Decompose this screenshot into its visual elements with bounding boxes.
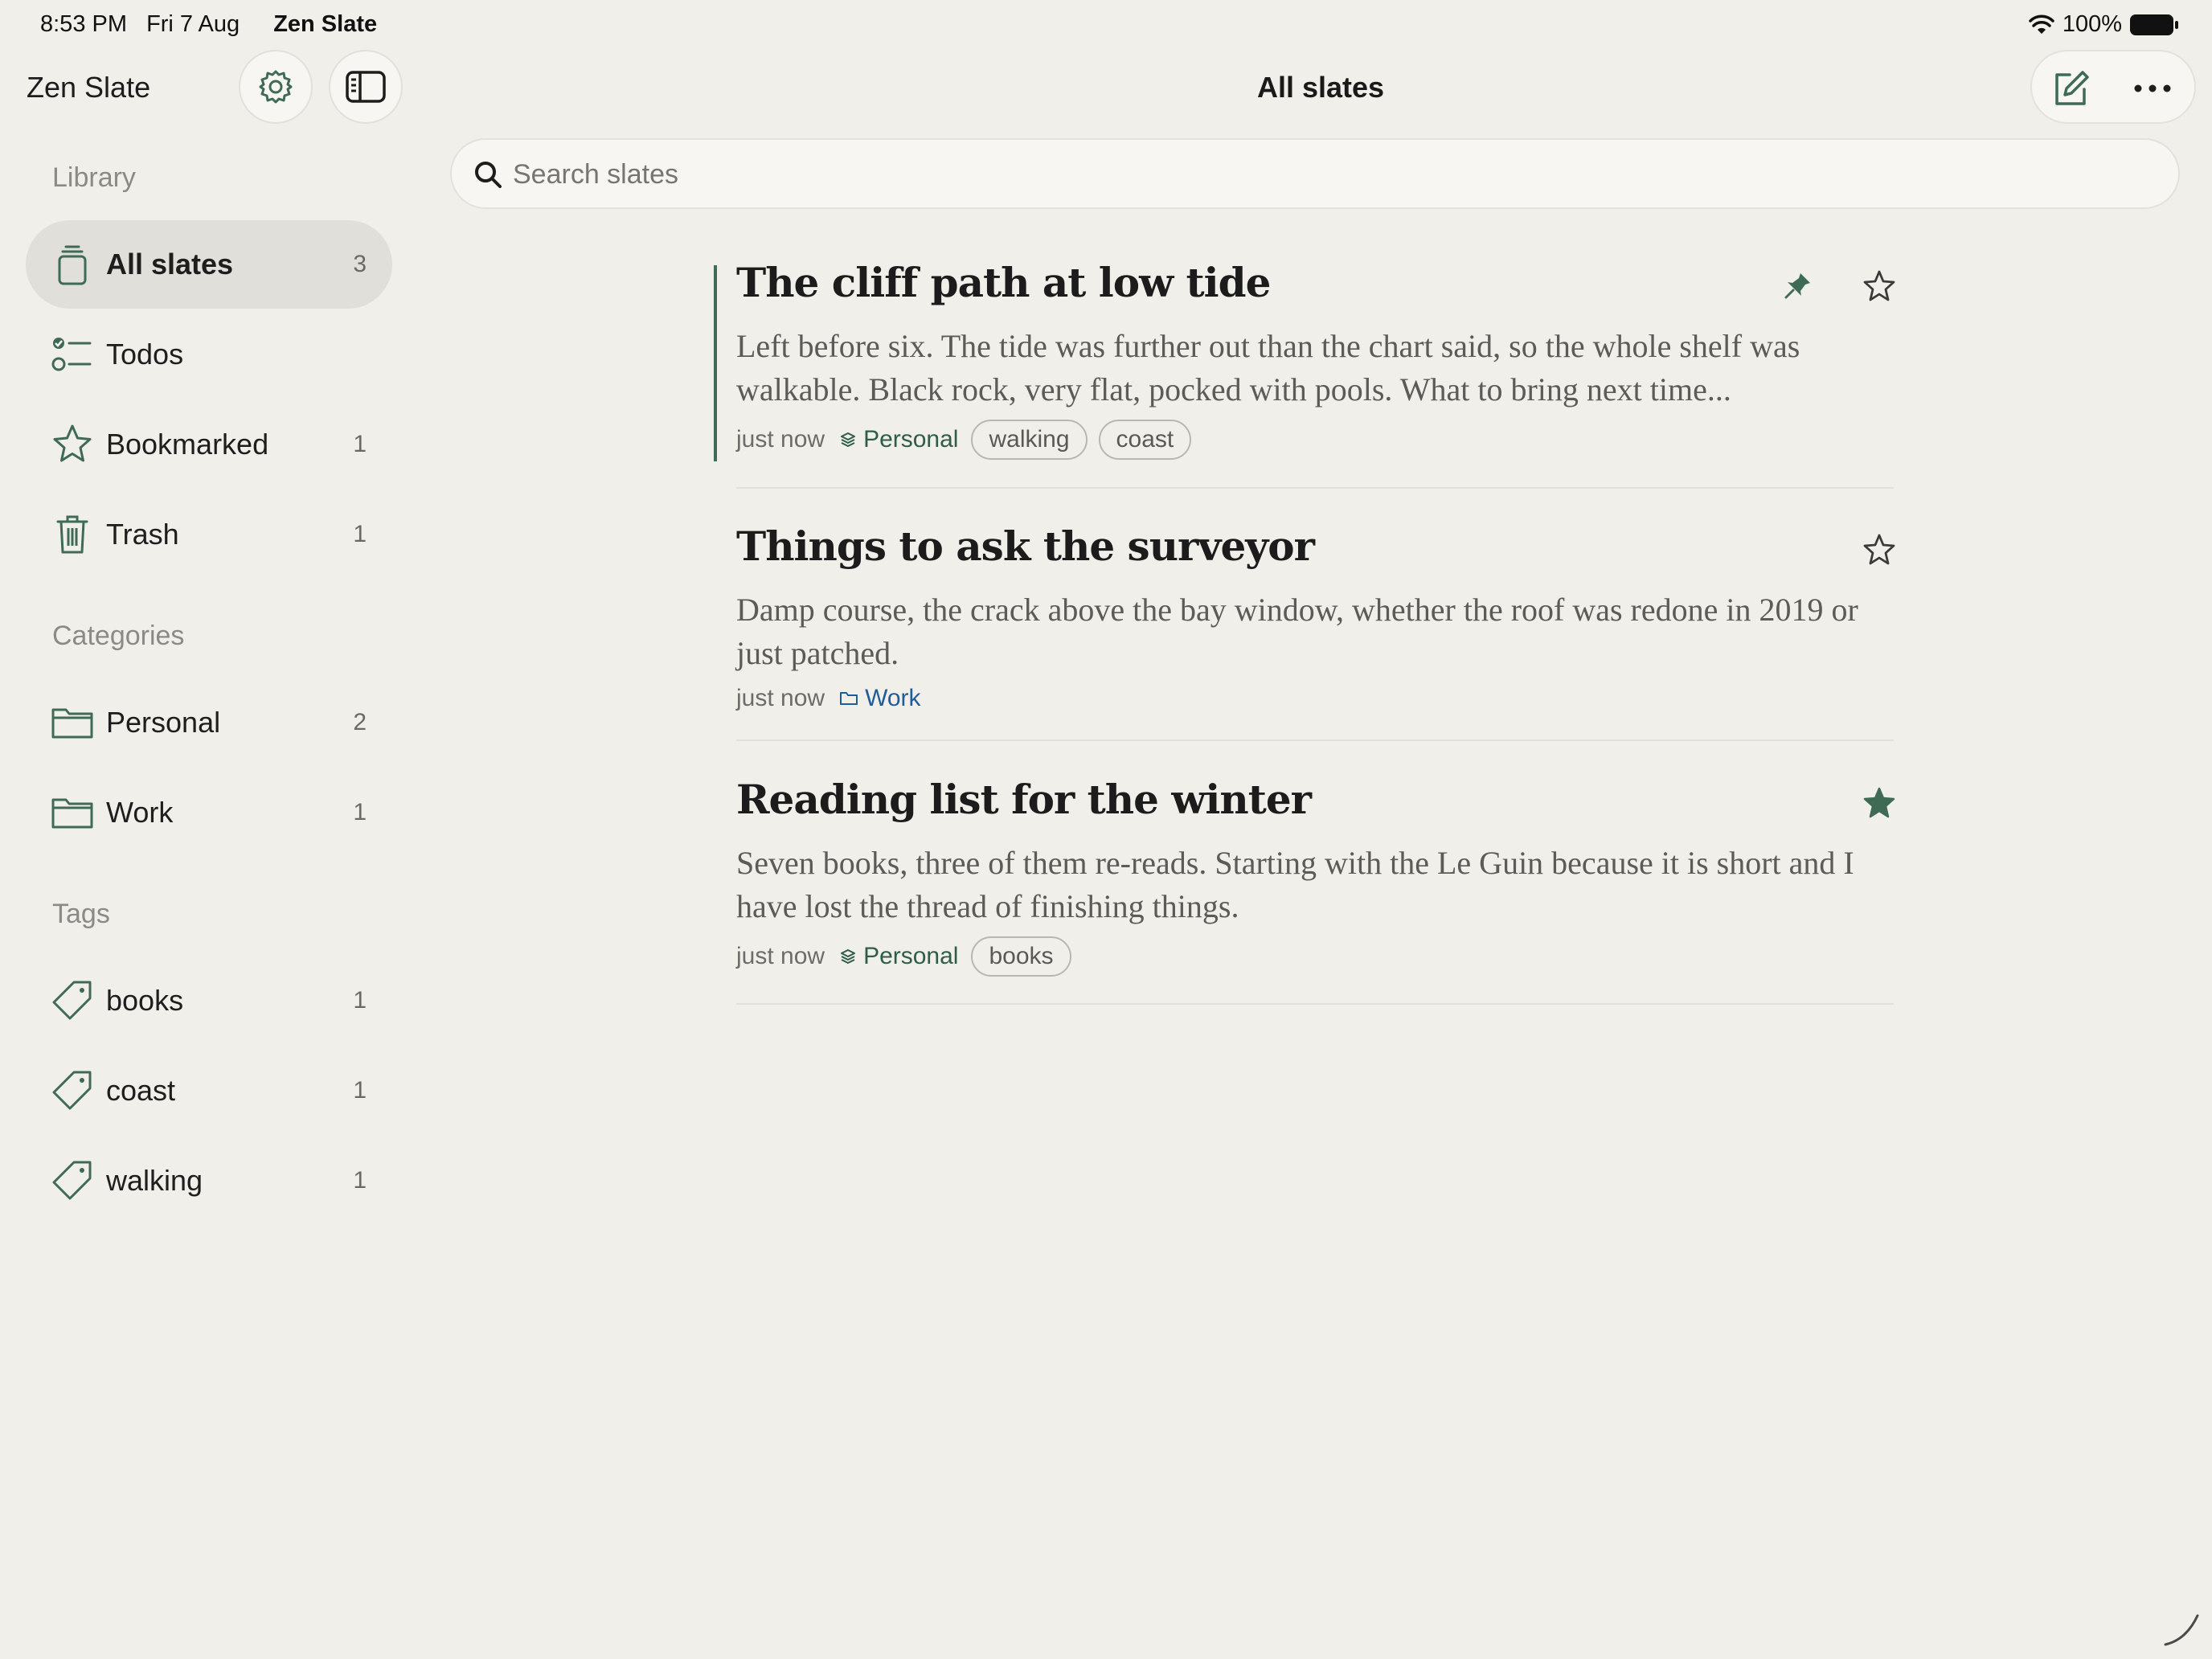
note-item[interactable]: Reading list for the winter Seven books,… [736, 776, 1897, 1005]
sidebar-item-count: 1 [353, 431, 367, 457]
sidebar-toggle-button[interactable] [329, 50, 403, 124]
sidebar-item-tag-coast[interactable]: coast 1 [26, 1047, 392, 1135]
search-bar[interactable] [450, 138, 2180, 209]
wifi-icon [2029, 14, 2054, 34]
sidebar-item-personal[interactable]: Personal 2 [26, 678, 392, 767]
sidebar-item-count: 1 [353, 987, 367, 1014]
note-preview: Damp course, the crack above the bay win… [736, 592, 1858, 671]
note-time: just now [736, 685, 825, 711]
search-icon [475, 162, 502, 188]
pencil-hover-indicator-icon [2164, 1614, 2199, 1646]
sidebar-icon [346, 71, 386, 103]
sidebar-item-count: 2 [353, 709, 367, 735]
sidebar-item-label: Trash [106, 518, 179, 551]
note-time: just now [736, 426, 825, 453]
folder-icon [840, 692, 858, 705]
section-label-library: Library [52, 162, 136, 193]
sidebar-item-count: 1 [353, 1167, 367, 1194]
sidebar-item-label: All slates [106, 248, 234, 281]
status-right: 100% [2029, 11, 2178, 38]
note-time: just now [736, 943, 825, 969]
trash-icon [56, 515, 88, 554]
checklist-icon [51, 338, 92, 371]
note-preview: Seven books, three of them re-reads. Sta… [736, 845, 1854, 924]
sidebar-item-label: Todos [106, 338, 184, 371]
sidebar-item-label: books [106, 984, 184, 1017]
note-divider [736, 487, 1894, 489]
battery-percent: 100% [2062, 11, 2122, 37]
folder-icon [51, 708, 93, 739]
more-options-button[interactable] [2127, 66, 2178, 111]
section-label-categories: Categories [52, 621, 185, 651]
note-item[interactable]: Things to ask the surveyor Damp course, … [736, 522, 1897, 741]
status-left: 8:53 PM Fri 7 Aug Zen Slate [40, 11, 390, 38]
note-category[interactable]: Work [839, 685, 921, 712]
sidebar-item-label: coast [106, 1074, 176, 1107]
star-icon [53, 424, 92, 462]
search-input[interactable] [513, 151, 2153, 198]
status-date: Fri 7 Aug [146, 11, 240, 37]
section-label-tags: Tags [52, 899, 110, 929]
sidebar-item-count: 1 [353, 1077, 367, 1104]
sidebar-item-tag-books[interactable]: books 1 [26, 956, 392, 1045]
sidebar-item-work[interactable]: Work 1 [26, 768, 392, 857]
layers-icon [841, 949, 856, 964]
sidebar-item-count: 1 [353, 799, 367, 825]
note-title: The cliff path at low tide [736, 259, 1271, 306]
note-category[interactable]: Personal [839, 426, 958, 453]
sidebar-item-count: 1 [353, 521, 367, 547]
tag-icon [52, 1161, 92, 1200]
selected-note-indicator [714, 265, 717, 461]
note-item[interactable]: The cliff path at low tide Left before s… [714, 259, 1897, 489]
note-category-label: Work [865, 685, 921, 711]
bookmark-star-filled-icon[interactable] [1862, 785, 1897, 821]
page-title: All slates [1257, 71, 1385, 104]
sidebar-item-label: walking [106, 1164, 203, 1197]
sidebar-item-tag-walking[interactable]: walking 1 [26, 1137, 392, 1225]
bookmark-star-icon[interactable] [1862, 268, 1897, 304]
folder-icon [51, 798, 93, 829]
status-time: 8:53 PM [40, 11, 127, 37]
tag-icon [52, 981, 92, 1020]
note-preview: Left before six. The tide was further ou… [736, 328, 1800, 408]
settings-button[interactable] [239, 50, 313, 124]
note-meta: just now Personal books [736, 936, 1083, 977]
stack-icon [58, 245, 87, 285]
note-divider [736, 739, 1894, 741]
note-category[interactable]: Personal [839, 943, 958, 970]
sidebar-app-title: Zen Slate [27, 71, 151, 104]
gear-icon [259, 70, 293, 104]
sidebar-item-label: Work [106, 796, 174, 829]
compose-icon [2055, 71, 2089, 105]
tag-chip-coast[interactable]: coast [1098, 420, 1192, 460]
sidebar-item-todos[interactable]: Todos [26, 310, 392, 399]
toolbar-actions [2030, 50, 2196, 124]
note-meta: just now Personal walking coast [736, 420, 1202, 460]
status-bar: 8:53 PM Fri 7 Aug Zen Slate 100% [0, 0, 2212, 51]
compose-button[interactable] [2048, 66, 2093, 111]
pin-icon[interactable] [1781, 270, 1813, 302]
tag-icon [52, 1071, 92, 1110]
note-category-label: Personal [863, 426, 959, 453]
note-title: Reading list for the winter [736, 776, 1312, 823]
sidebar-item-all-slates[interactable]: All slates 3 [26, 220, 392, 309]
sidebar-item-label: Personal [106, 706, 221, 739]
bookmark-star-icon[interactable] [1862, 532, 1897, 567]
note-category-label: Personal [863, 943, 959, 969]
tag-chip-walking[interactable]: walking [971, 420, 1088, 460]
sidebar-item-label: Bookmarked [106, 428, 269, 461]
status-app-name: Zen Slate [273, 11, 378, 37]
sidebar-item-count: 3 [353, 251, 367, 277]
ellipsis-icon [2134, 84, 2171, 92]
battery-icon [2130, 14, 2178, 35]
app-window: 8:53 PM Fri 7 Aug Zen Slate 100% Zen Sla… [0, 0, 2212, 1659]
sidebar-item-trash[interactable]: Trash 1 [26, 490, 392, 579]
tag-chip-books[interactable]: books [971, 936, 1071, 977]
sidebar-item-bookmarked[interactable]: Bookmarked 1 [26, 400, 392, 489]
layers-icon [841, 432, 856, 447]
note-title: Things to ask the surveyor [736, 522, 1315, 570]
note-divider [736, 1003, 1894, 1005]
note-meta: just now Work [736, 685, 934, 712]
